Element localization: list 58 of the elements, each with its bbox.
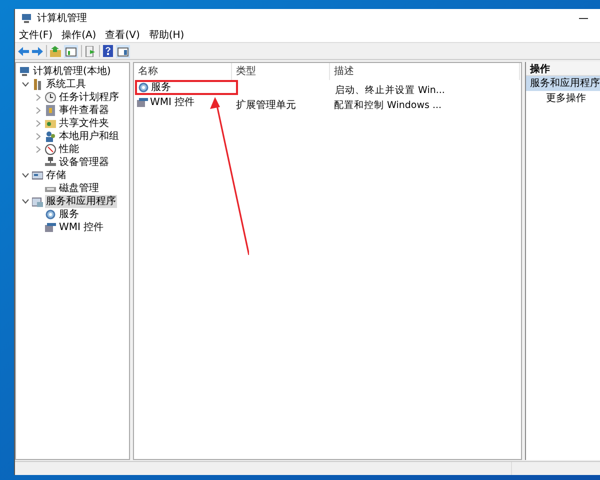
action-pane-icon[interactable]	[116, 44, 130, 58]
computer-icon	[21, 13, 32, 24]
action-section-header[interactable]: 服务和应用程序	[526, 76, 600, 91]
computer-icon	[19, 66, 30, 77]
tree-item[interactable]: 磁盘管理	[58, 182, 100, 195]
tools-icon	[32, 79, 43, 90]
collapsed-chevron-icon[interactable]	[34, 120, 43, 127]
expanded-chevron-icon[interactable]	[21, 173, 30, 178]
storage-icon	[32, 170, 43, 181]
export-icon[interactable]	[85, 46, 96, 56]
server-icon	[137, 97, 148, 108]
device-tree-icon	[45, 157, 56, 168]
collapsed-chevron-icon[interactable]	[34, 133, 43, 140]
tree-item[interactable]: 系统工具	[45, 78, 87, 91]
tree-item[interactable]: 设备管理器	[58, 156, 110, 169]
tree-item[interactable]: 共享文件夹	[58, 117, 110, 130]
column-header[interactable]: 名称	[134, 63, 232, 80]
forward-arrow-icon[interactable]	[32, 46, 43, 56]
menu-item[interactable]: 帮助(H)	[148, 28, 184, 42]
menu-item[interactable]: 查看(V)	[105, 28, 140, 42]
collapsed-chevron-icon[interactable]	[34, 94, 43, 101]
services-apps-icon	[32, 196, 43, 207]
collapsed-chevron-icon[interactable]	[34, 146, 43, 153]
expanded-chevron-icon[interactable]	[21, 199, 30, 204]
tree-item[interactable]: 任务计划程序	[58, 91, 120, 104]
expanded-chevron-icon[interactable]	[21, 82, 30, 87]
table-cell: 配置和控制 Windows ...	[334, 100, 442, 110]
column-header[interactable]: 描述	[330, 63, 520, 80]
tree-item[interactable]: 事件查看器	[58, 104, 110, 117]
tree-item[interactable]: 性能	[58, 143, 80, 156]
console-tree-icon[interactable]	[64, 44, 78, 58]
tree-item[interactable]: 本地用户和组	[58, 130, 120, 143]
gauge-icon	[45, 144, 56, 155]
list-item-name[interactable]: 服务	[151, 80, 171, 95]
tree-item[interactable]: 存储	[45, 169, 67, 182]
tree-item[interactable]: 服务和应用程序	[45, 195, 117, 208]
menu-item[interactable]: 操作(A)	[62, 28, 96, 42]
tree-item[interactable]: 计算机管理(本地)	[32, 65, 112, 78]
help-icon[interactable]	[103, 45, 113, 57]
actions-header: 操作	[526, 62, 600, 76]
clock-icon	[45, 92, 56, 103]
event-log-icon	[45, 105, 56, 116]
column-header[interactable]: 类型	[232, 63, 330, 80]
menu-item[interactable]: 文件(F)	[19, 28, 53, 42]
action-link[interactable]: 更多操作	[526, 91, 600, 106]
window-title: 计算机管理	[37, 12, 87, 26]
list-item-name[interactable]: WMI 控件	[150, 95, 195, 110]
tree-item[interactable]: 服务	[58, 208, 80, 221]
users-icon	[45, 131, 56, 142]
folder-up-icon[interactable]	[50, 46, 61, 56]
back-arrow-icon[interactable]	[18, 46, 29, 56]
shared-folder-icon	[45, 118, 56, 129]
tree-item[interactable]: WMI 控件	[58, 221, 105, 234]
table-cell: 扩展管理单元	[236, 100, 296, 110]
collapsed-chevron-icon[interactable]	[34, 107, 43, 114]
server-icon	[45, 222, 56, 233]
table-cell: 启动、终止并设置 Win...	[335, 84, 445, 96]
minimize-icon[interactable]	[579, 18, 588, 20]
